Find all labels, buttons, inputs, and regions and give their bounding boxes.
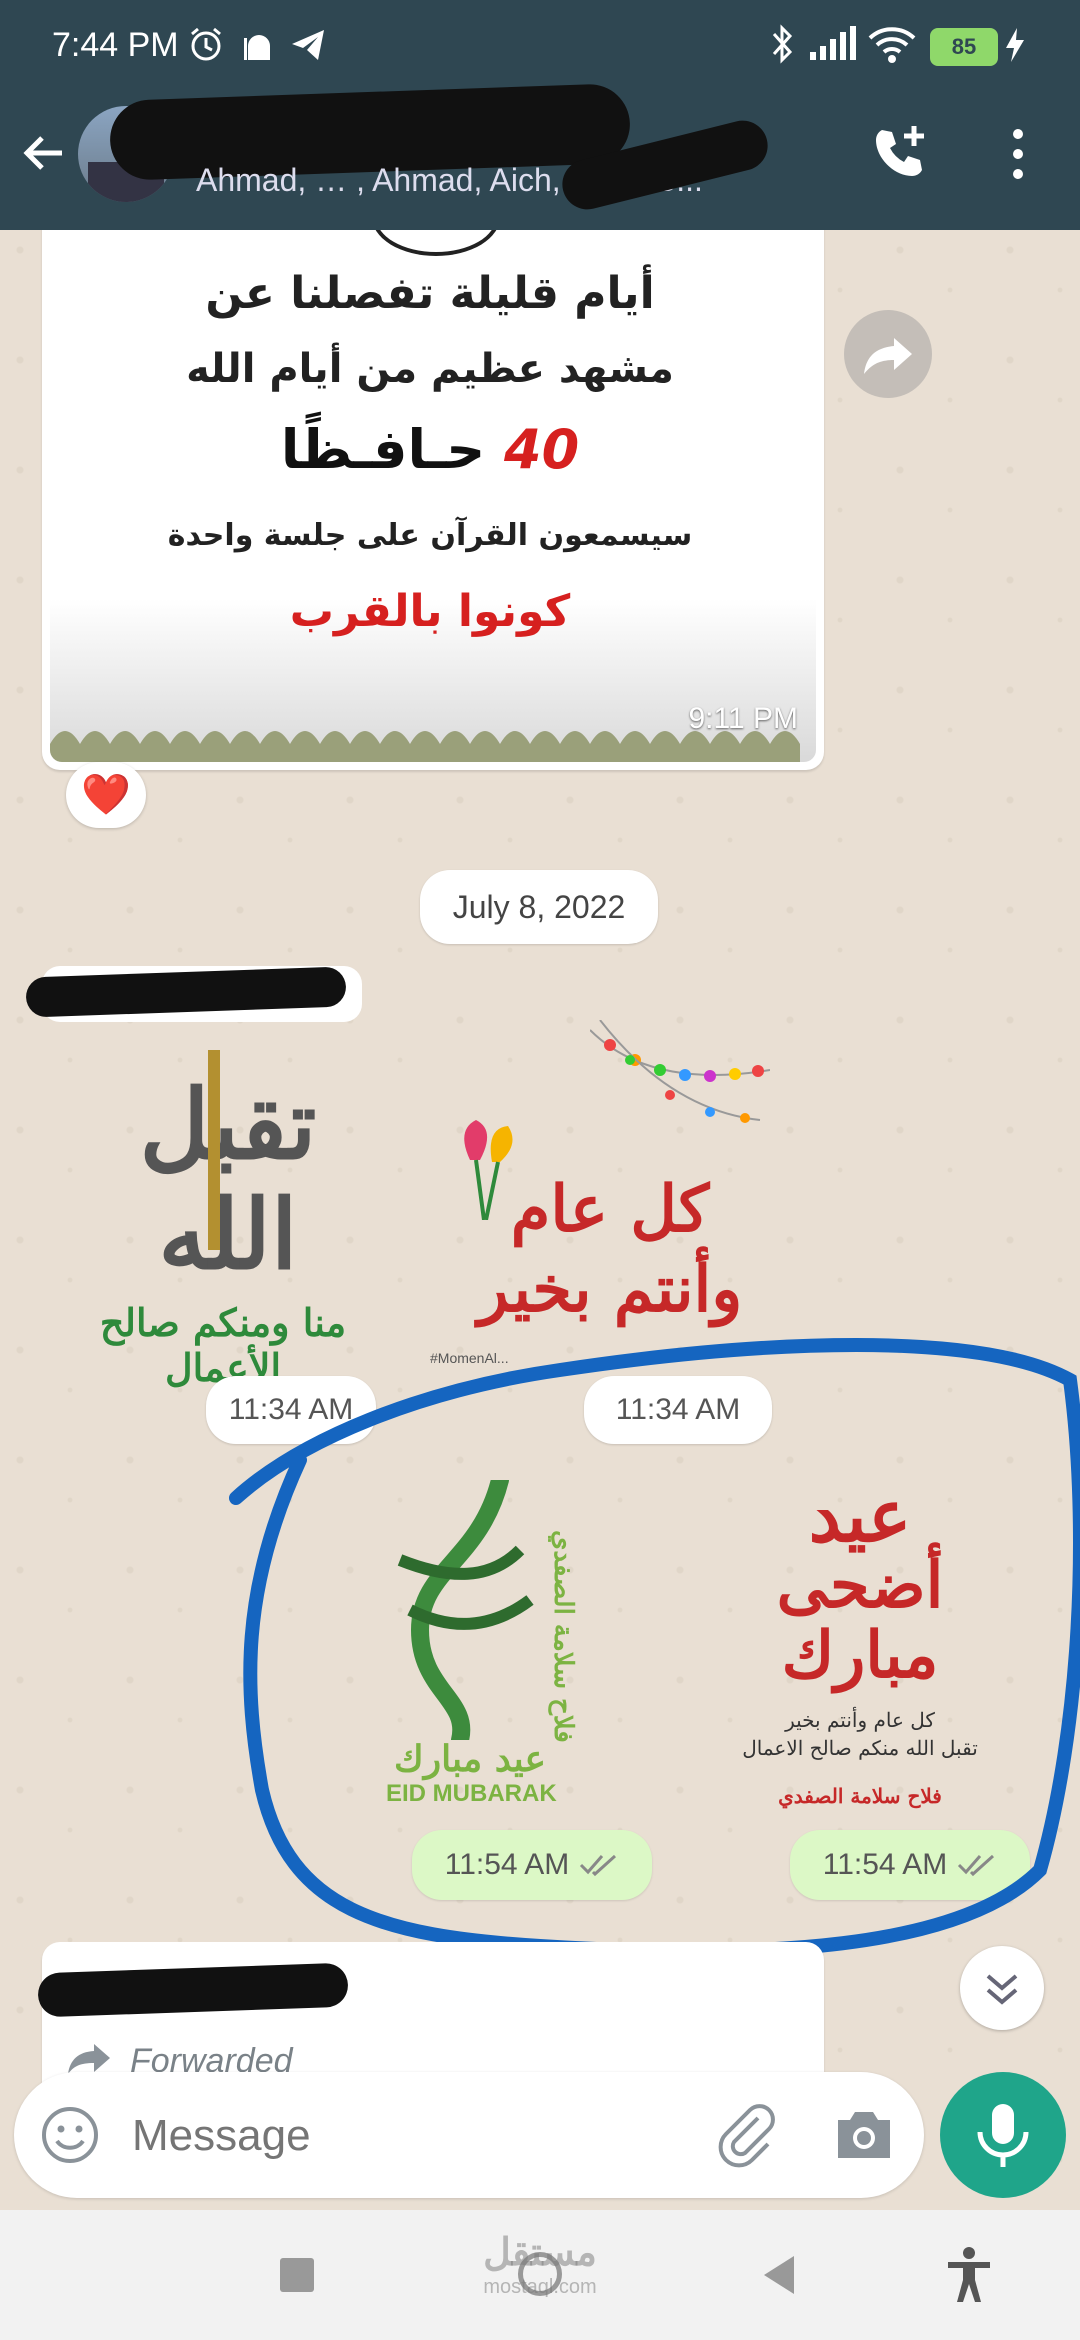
voice-record-button[interactable] bbox=[940, 2072, 1066, 2198]
charging-icon bbox=[1006, 28, 1024, 62]
redacted-forward-content bbox=[37, 1962, 349, 2018]
message-input[interactable] bbox=[130, 2098, 694, 2174]
bluetooth-icon bbox=[772, 24, 793, 64]
back-arrow-icon[interactable] bbox=[18, 128, 68, 178]
microphone-icon bbox=[977, 2104, 1029, 2167]
camera-icon[interactable] bbox=[834, 2106, 894, 2162]
telegram-icon bbox=[292, 30, 324, 60]
emoji-icon[interactable] bbox=[40, 2105, 100, 2165]
watermark-logo: مستقل bbox=[483, 2232, 597, 2274]
wifi-icon bbox=[868, 27, 916, 63]
watermark-url: mostaql.com bbox=[483, 2276, 597, 2298]
add-call-icon[interactable] bbox=[870, 122, 930, 182]
status-bar: 7:44 PM 85 bbox=[0, 0, 1080, 92]
double-chevron-down-icon bbox=[986, 1974, 1018, 2005]
message-input-bar bbox=[14, 2072, 924, 2198]
chat-header: Ahmad, … , Ahmad, Aich, Akila, B... bbox=[0, 82, 1080, 230]
battery-indicator: 85 bbox=[930, 28, 998, 66]
alarm-icon bbox=[191, 27, 221, 61]
recents-button[interactable] bbox=[280, 2258, 314, 2292]
back-nav-icon[interactable] bbox=[760, 2254, 800, 2296]
status-time: 7:44 PM bbox=[52, 26, 179, 64]
scroll-to-bottom-button[interactable] bbox=[960, 1946, 1044, 2030]
mosque-icon bbox=[244, 35, 270, 60]
chat-area[interactable]: أيام قليلة تفصلنا عن مشهد عظيم من أيام ا… bbox=[0, 230, 1080, 2210]
forwarded-arrow-icon bbox=[68, 2044, 110, 2074]
accessibility-icon[interactable] bbox=[944, 2246, 994, 2304]
more-options-icon[interactable] bbox=[1006, 126, 1030, 182]
signal-icon bbox=[810, 26, 856, 60]
attachment-icon[interactable] bbox=[714, 2102, 780, 2168]
highlight-circle-annotation bbox=[229, 1338, 1080, 1959]
system-nav-bar: مستقل mostaql.com bbox=[0, 2210, 1080, 2340]
